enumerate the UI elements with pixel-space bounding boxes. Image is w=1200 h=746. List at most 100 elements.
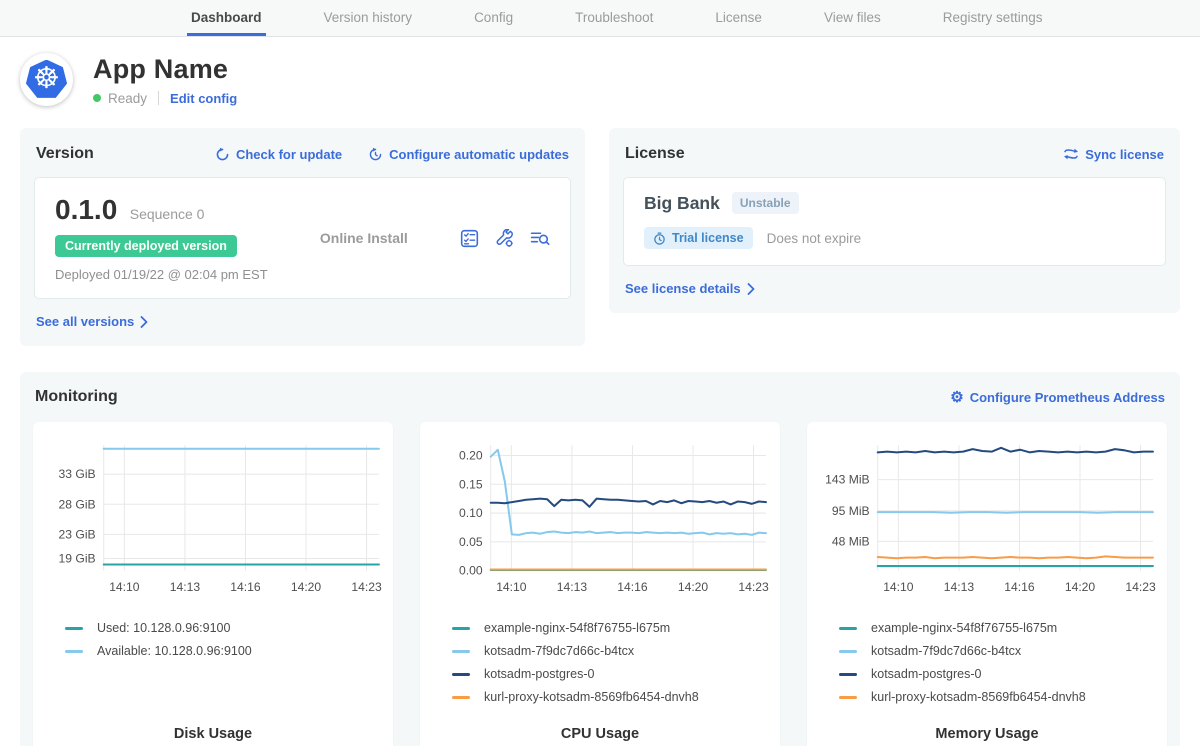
legend-label: kotsadm-7f9dc7d66c-b4tcx [871,644,1021,658]
version-card: Version Check for update Configure autom… [20,128,585,346]
legend-label: kurl-proxy-kotsadm-8569fb6454-dnvh8 [484,690,699,704]
gear-icon: ⚙ [950,390,963,405]
svg-text:14:16: 14:16 [230,580,261,594]
tab-view-files[interactable]: View files [820,0,885,36]
config-wrench-icon[interactable] [495,229,514,248]
version-info: 0.1.0 Sequence 0 Currently deployed vers… [55,194,268,282]
cpu-usage-plot[interactable]: 14:1014:1314:1614:2014:230.200.150.100.0… [428,432,772,604]
svg-text:14:20: 14:20 [291,580,322,594]
sync-icon [1063,147,1079,161]
legend-dash-icon [839,650,857,653]
tab-registry-settings[interactable]: Registry settings [939,0,1047,36]
svg-text:0.10: 0.10 [459,506,483,520]
svg-text:28 GiB: 28 GiB [59,497,96,511]
divider [158,91,159,105]
memory-usage-plot[interactable]: 14:1014:1314:1614:2014:23143 MiB95 MiB48… [815,432,1159,604]
view-logs-icon[interactable] [530,229,550,248]
see-license-details-link[interactable]: See license details [625,281,755,296]
tab-version-history[interactable]: Version history [320,0,417,36]
chart-card-memory-usage: 14:1014:1314:1614:2014:23143 MiB95 MiB48… [807,422,1167,746]
legend-dash-icon [452,650,470,653]
legend-dash-icon [452,673,470,676]
svg-text:14:16: 14:16 [617,580,648,594]
sync-license-button[interactable]: Sync license [1063,147,1164,162]
legend-item: example-nginx-54f8f76755-l675m [452,621,772,635]
legend-item: kurl-proxy-kotsadm-8569fb6454-dnvh8 [839,690,1159,704]
svg-text:0.15: 0.15 [459,477,483,491]
expiry-text: Does not expire [767,231,862,246]
customer-name: Big Bank [644,193,720,214]
svg-text:14:23: 14:23 [351,580,382,594]
legend-item: kotsadm-7f9dc7d66c-b4tcx [452,644,772,658]
chart-title: Disk Usage [41,726,385,746]
legend-label: kotsadm-postgres-0 [871,667,981,681]
svg-text:48 MiB: 48 MiB [832,534,870,548]
disk-usage-plot[interactable]: 14:10 14:13 14:16 14:20 14:23 33 GiB 28 GiB 23 … [41,432,385,604]
check-for-update-button[interactable]: Check for update [215,147,342,162]
svg-text:14:20: 14:20 [678,580,709,594]
svg-text:14:23: 14:23 [1125,580,1156,594]
legend-item: kurl-proxy-kotsadm-8569fb6454-dnvh8 [452,690,772,704]
legend-item: kotsadm-postgres-0 [839,667,1159,681]
chevron-right-icon [747,283,755,295]
kubernetes-icon: ☸ [26,60,68,100]
app-header: ☸ App Name Ready Edit config [0,37,1200,120]
legend-dash-icon [839,673,857,676]
sequence-label: Sequence 0 [130,206,205,222]
install-type-label: Online Install [320,230,408,246]
svg-text:14:23: 14:23 [738,580,769,594]
disk-usage-legend: Used: 10.128.0.96:9100 Available: 10.128.… [41,604,385,667]
legend-dash-icon [65,650,83,653]
preflight-checks-icon[interactable] [460,229,479,248]
legend-item: Used: 10.128.0.96:9100 [65,621,385,635]
license-title: License [625,145,685,163]
legend-label: kotsadm-7f9dc7d66c-b4tcx [484,644,634,658]
cpu-usage-legend: example-nginx-54f8f76755-l675m kotsadm-7f… [428,604,772,713]
svg-text:14:20: 14:20 [1065,580,1096,594]
legend-dash-icon [452,627,470,630]
legend-item: Available: 10.128.0.96:9100 [65,644,385,658]
channel-badge: Unstable [732,192,799,214]
legend-dash-icon [839,627,857,630]
edit-config-link[interactable]: Edit config [170,91,237,106]
legend-dash-icon [65,627,83,630]
svg-text:14:10: 14:10 [109,580,140,594]
svg-text:14:16: 14:16 [1004,580,1035,594]
svg-text:14:13: 14:13 [944,580,975,594]
legend-item: kotsadm-7f9dc7d66c-b4tcx [839,644,1159,658]
legend-label: Available: 10.128.0.96:9100 [97,644,252,658]
legend-item: example-nginx-54f8f76755-l675m [839,621,1159,635]
page-title: App Name [93,54,237,85]
see-all-versions-link[interactable]: See all versions [36,314,148,329]
monitoring-title: Monitoring [35,388,118,406]
svg-text:23 GiB: 23 GiB [59,527,96,541]
svg-text:14:13: 14:13 [170,580,201,594]
trial-license-badge: Trial license [644,227,753,249]
svg-text:143 MiB: 143 MiB [825,473,869,487]
tab-dashboard[interactable]: Dashboard [187,0,266,36]
monitoring-section: Monitoring ⚙ Configure Prometheus Addres… [20,372,1180,746]
svg-text:33 GiB: 33 GiB [59,467,96,481]
chart-card-cpu-usage: 14:1014:1314:1614:2014:230.200.150.100.0… [420,422,780,746]
svg-text:14:10: 14:10 [496,580,527,594]
deployed-timestamp: Deployed 01/19/22 @ 02:04 pm EST [55,267,268,282]
legend-label: kotsadm-postgres-0 [484,667,594,681]
chart-title: Memory Usage [815,726,1159,746]
chart-card-disk-usage: 14:10 14:13 14:16 14:20 14:23 33 GiB 28 GiB 23 … [33,422,393,746]
configure-automatic-updates-button[interactable]: Configure automatic updates [368,147,569,162]
status-dot-icon [93,94,101,102]
svg-text:95 MiB: 95 MiB [832,504,870,518]
tab-config[interactable]: Config [470,0,517,36]
configure-prometheus-button[interactable]: ⚙ Configure Prometheus Address [950,390,1165,405]
tab-troubleshoot[interactable]: Troubleshoot [571,0,657,36]
svg-text:0.20: 0.20 [459,449,483,463]
deployed-badge: Currently deployed version [55,235,237,257]
tab-license[interactable]: License [711,0,766,36]
version-number: 0.1.0 [55,194,117,225]
legend-label: example-nginx-54f8f76755-l675m [871,621,1057,635]
schedule-update-icon [368,147,383,162]
svg-text:14:13: 14:13 [557,580,588,594]
top-nav: Dashboard Version history Config Troublesho… [0,0,1200,37]
app-status: Ready [108,91,147,106]
refresh-icon [215,147,230,162]
